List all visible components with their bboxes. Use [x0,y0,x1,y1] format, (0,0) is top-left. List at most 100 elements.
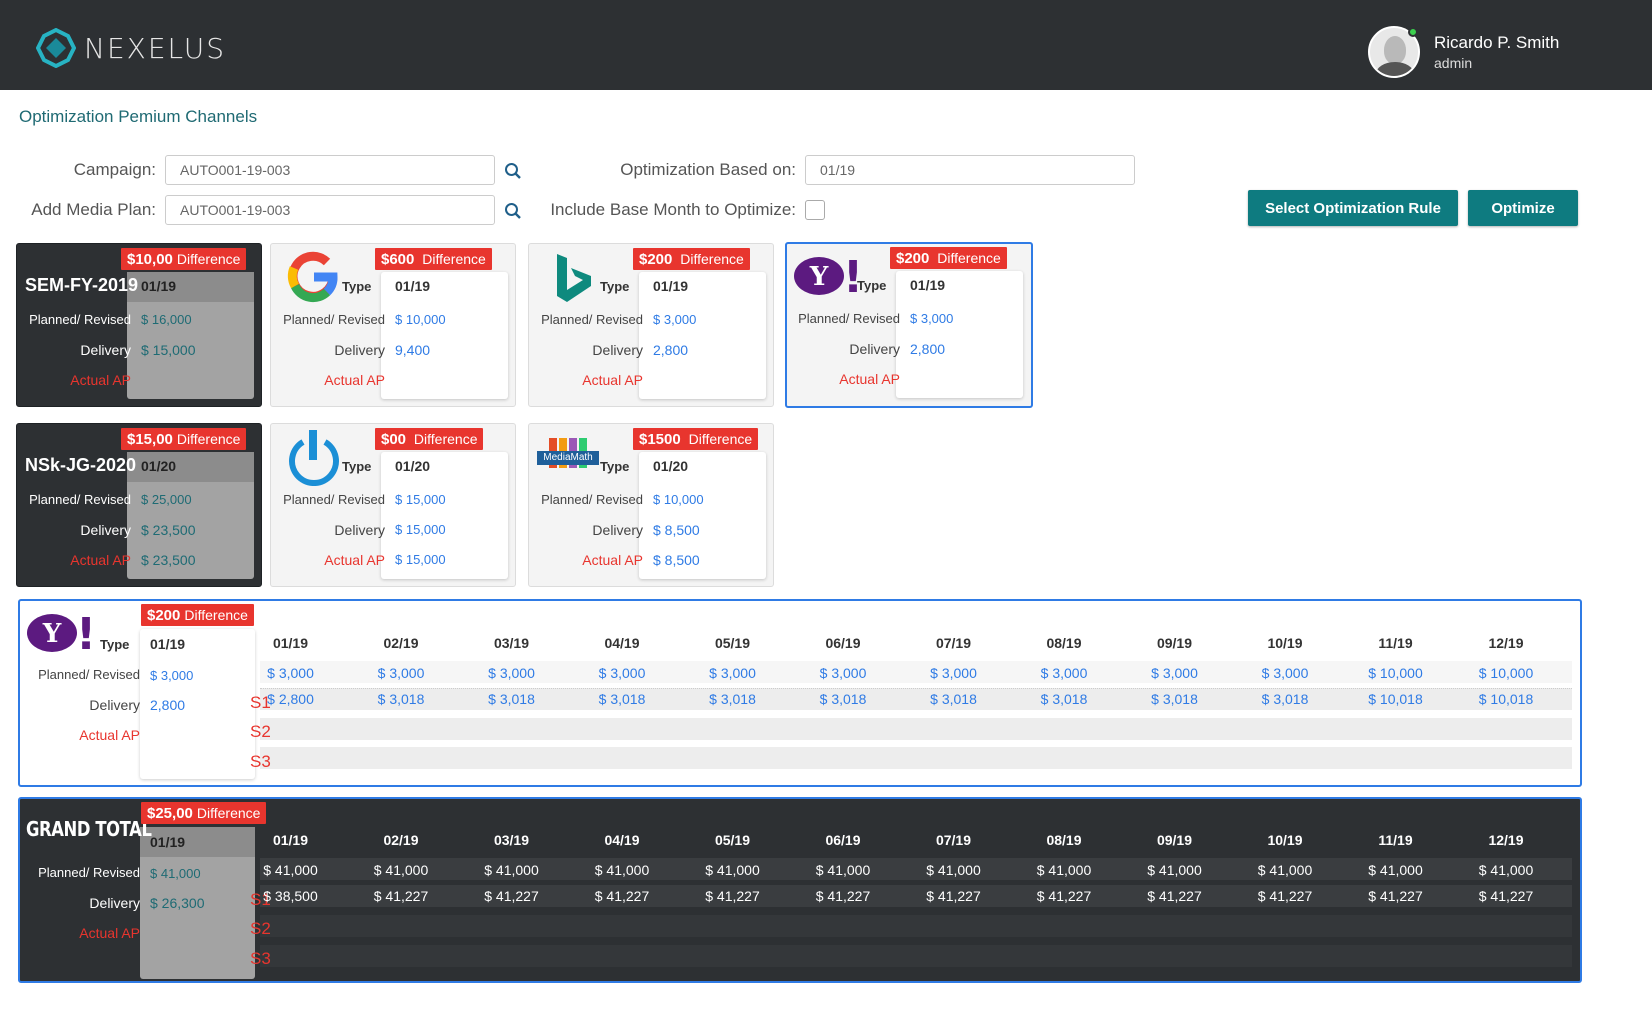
month-label: 01/19 [395,278,431,294]
s1-cell: $ 3,018 [488,691,535,707]
difference-badge: $200 Difference [633,248,750,270]
actual-value: $ 23,500 [141,552,196,568]
planned-cell: $ 3,000 [377,665,425,681]
month-header: 06/19 [825,832,861,848]
planned-value: $ 3,000 [150,668,194,683]
delivery-label: Delivery [849,341,900,357]
month-label: 01/19 [653,278,689,294]
optimization-based-input[interactable] [805,155,1135,185]
channel-card-yahoo[interactable]: Y ! $200 Difference Type 01/19 Planned/ … [785,242,1033,408]
user-menu[interactable]: Ricardo P. Smith admin [1368,26,1559,78]
select-optimization-rule-button[interactable]: Select Optimization Rule [1248,190,1458,226]
channel-card-mediamath[interactable]: MediaMath $1500 Difference Type 01/20 Pl… [528,423,774,587]
actual-label: Actual AP [324,372,385,388]
month-header: 11/19 [1378,832,1413,848]
planned-label: Planned/ Revised [541,492,643,507]
planned-cell: $ 3,000 [598,665,646,681]
month-header: 10/19 [1267,635,1303,651]
s1-cell: $ 3,018 [377,691,425,707]
month-header: 01/19 [272,635,309,651]
actual-label: Actual AP [79,925,140,941]
delivery-label: Delivery [334,342,385,358]
planned-cell: $ 41,000 [373,862,429,878]
planned-label: Planned/ Revised [798,311,900,326]
campaign-input[interactable] [165,155,495,185]
s1-cell: $ 41,227 [815,888,871,904]
planned-value: $ 3,000 [653,312,697,327]
month-header: 08/19 [1046,635,1082,651]
campaign-card-nsk-jg-2020[interactable]: $15,00 Difference NSk-JG-2020 01/20 Plann… [16,423,262,587]
month-header: 10/19 [1267,832,1303,848]
difference-badge: $00 Difference [375,428,484,450]
campaign-search-icon[interactable] [504,162,522,180]
planned-value: $ 15,000 [395,492,446,507]
include-base-checkbox[interactable] [805,200,825,220]
channel-card-bing[interactable]: $200 Difference Type 01/19 Planned/ Revi… [528,243,774,407]
s1-cell: $ 3,018 [1261,691,1309,707]
planned-value: $ 16,000 [141,312,192,327]
media-plan-label: Add Media Plan: [31,200,156,219]
month-header: 03/19 [493,635,530,651]
s1-cell: $ 3,018 [709,691,756,707]
optimize-button[interactable]: Optimize [1468,190,1578,226]
difference-badge: $200 Difference [890,247,1007,269]
planned-cell: $ 41,000 [1036,862,1092,878]
month-header: 05/19 [714,635,751,651]
delivery-label: Delivery [89,895,140,911]
channel-detail-panel: Y ! $200 Difference Type 01/19 Planned/ R… [18,599,1582,787]
delivery-label: Delivery [89,697,140,713]
planned-label: Planned/ Revised [38,667,140,682]
difference-badge: $25,00 Difference [141,802,267,824]
campaign-name: NSk-JG-2020 [25,455,137,475]
planned-cell: $ 3,000 [267,665,314,681]
planned-cell: $ 3,000 [1261,665,1309,681]
month-label: 01/19 [150,834,186,850]
yahoo-logo-icon: Y ! [27,611,96,655]
top-bar: NEXELUS Ricardo P. Smith admin [0,0,1652,90]
delivery-label: Delivery [592,342,643,358]
scenario-s3-label[interactable]: S3 [250,752,271,772]
type-label: Type [600,459,630,474]
planned-cell: $ 3,000 [1151,665,1198,681]
planned-label: Planned/ Revised [38,865,140,880]
actual-label: Actual AP [70,552,131,568]
month-header: 12/19 [1488,832,1524,848]
month-header: 09/19 [1156,832,1193,848]
difference-badge: $10,00 Difference [121,248,247,270]
channel-card-power[interactable]: $00 Difference Type 01/20 Planned/ Revis… [270,423,516,587]
scenario-s2-label[interactable]: S2 [250,919,271,939]
planned-cell: $ 41,000 [705,862,760,878]
planned-cell: $ 3,000 [1040,665,1088,681]
planned-label: Planned/ Revised [29,312,131,327]
online-status-icon [1408,27,1418,37]
grand-total-panel: GRAND TOTAL $25,00 Difference 01/19 Plann… [18,797,1582,983]
planned-cell: $ 41,000 [926,862,981,878]
scenario-s3-label[interactable]: S3 [250,949,271,969]
month-header: 07/19 [935,832,972,848]
s1-cell: $ 3,018 [819,691,867,707]
planned-cell: $ 41,000 [1147,862,1202,878]
scenario-s2-label[interactable]: S2 [250,722,271,742]
s1-cell: $ 3,018 [598,691,646,707]
s1-cell: $ 10,018 [1478,691,1534,707]
type-label: Type [600,279,630,294]
actual-label: Actual AP [582,552,643,568]
brand-logo[interactable]: NEXELUS [36,28,226,68]
yahoo-logo-icon: Y ! [794,254,863,298]
delivery-value: 9,400 [395,342,431,358]
actual-label: Actual AP [582,372,643,388]
month-label: 01/20 [395,458,431,474]
actual-value: $ 15,000 [395,552,446,567]
planned-cell: $ 41,000 [484,862,539,878]
difference-badge: $600 Difference [375,248,492,270]
s1-cell: $ 41,227 [705,888,760,904]
planned-cell: $ 3,000 [819,665,867,681]
page-title: Optimization Pemium Channels [19,107,258,126]
campaign-name: SEM-FY-2019 [25,275,139,295]
s1-cell: $ 38,500 [263,888,318,904]
campaign-card-sem-fy-2019[interactable]: $10,00 Difference SEM-FY-2019 01/19 Plann… [16,243,262,407]
media-plan-input[interactable] [165,195,495,225]
power-logo-icon [289,430,339,486]
channel-card-google[interactable]: $600 Difference Type 01/19 Planned/ Revi… [270,243,516,407]
month-header: 04/19 [604,832,640,848]
